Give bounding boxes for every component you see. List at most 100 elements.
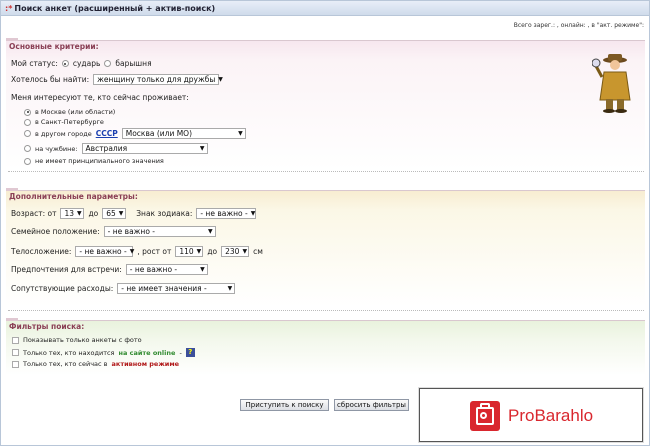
- find-select-value: женщину только для дружбы: [97, 75, 216, 84]
- meet-label: Предпочтения для встречи:: [11, 265, 122, 274]
- meet-select[interactable]: - не важно - ▼: [125, 264, 208, 275]
- country-select-value: Австралия: [85, 144, 128, 153]
- chevron-down-icon: ▼: [242, 248, 248, 255]
- loc-other-radio[interactable]: [24, 130, 31, 137]
- country-select[interactable]: Австралия ▼: [81, 143, 208, 154]
- filter-active-checkbox[interactable]: [12, 360, 19, 368]
- title-icon: :*: [5, 4, 13, 13]
- window-titlebar: :* Поиск анкет (расширенный + актив-поиск…: [1, 1, 649, 16]
- page-title: Поиск анкет (расширенный + актив-поиск): [14, 4, 216, 13]
- body-label: Телосложение:: [11, 247, 72, 256]
- status-option-female: барышня: [115, 59, 152, 68]
- filter-online-highlight: на сайте online: [118, 348, 176, 357]
- chevron-down-icon: ▼: [199, 145, 205, 152]
- basic-header: Основные критерии:: [6, 38, 645, 51]
- chevron-down-icon: ▼: [218, 76, 223, 83]
- height-from-value: 110: [179, 247, 194, 256]
- help-icon[interactable]: ?: [185, 348, 195, 357]
- height-to-value: 230: [225, 247, 240, 256]
- filter-active-label: Только тех, кто сейчас в: [23, 360, 108, 368]
- loc-any-row: не имеет принципиального значения: [24, 157, 164, 165]
- height-to-select[interactable]: 230 ▼: [221, 246, 250, 257]
- search-button[interactable]: Приступить к поиску: [240, 399, 329, 411]
- height-label: , рост от: [137, 247, 172, 256]
- meet-value: - не важно -: [129, 265, 178, 274]
- find-select[interactable]: женщину только для дружбы ▼: [93, 74, 223, 85]
- stats-line: Всего зарег.: , онлайн: , в "акт. режиме…: [513, 22, 644, 29]
- status-radio-male[interactable]: [61, 60, 69, 67]
- loc-other-row: в другом городе СССР Москва (или МО) ▼: [24, 128, 246, 139]
- body-value: - не важно -: [79, 247, 127, 256]
- filter-photo-label: Показывать только анкеты с фото: [23, 336, 142, 344]
- loc-moscow-label: в Москве (или области): [35, 108, 116, 116]
- loc-spb-radio[interactable]: [24, 118, 31, 126]
- expense-value: - не имеет значения -: [121, 284, 207, 293]
- height-to-label: до: [207, 247, 218, 256]
- city-select-value: Москва (или МО): [125, 129, 193, 138]
- loc-spb-label: в Санкт-Петербурге: [35, 118, 104, 126]
- status-label: Мой статус:: [11, 59, 58, 68]
- filter-online-row: Только тех, кто находится на сайте online…: [12, 348, 195, 357]
- meet-row: Предпочтения для встречи: - не важно - ▼: [11, 264, 208, 275]
- expense-select[interactable]: - не имеет значения - ▼: [117, 283, 236, 294]
- status-option-male: сударь: [72, 59, 101, 68]
- extra-header: Дополнительные параметры:: [6, 188, 645, 201]
- age-row: Возраст: от 13 ▼ до 65 ▼ Знак зодиака: - н…: [11, 208, 257, 219]
- body-row: Телосложение: - не важно - ▼ , рост от 11…: [11, 246, 263, 257]
- reset-button[interactable]: сбросить фильтры: [334, 399, 409, 411]
- age-to-label: до: [88, 209, 99, 218]
- probarahlo-banner[interactable]: ProBarahlo: [419, 388, 643, 442]
- filter-online-checkbox[interactable]: [12, 349, 19, 356]
- chevron-down-icon: ▼: [227, 285, 233, 292]
- chevron-down-icon: ▼: [238, 130, 243, 137]
- chevron-down-icon: ▼: [250, 210, 256, 217]
- detective-icon: [592, 54, 631, 113]
- banner-text: ProBarahlo: [508, 406, 594, 425]
- age-from-value: 13: [64, 209, 74, 218]
- filter-online-label: Только тех, кто находится: [23, 348, 115, 357]
- family-value: - не важно -: [107, 227, 156, 236]
- find-row: Хотелось бы найти: женщину только для др…: [11, 74, 223, 85]
- chevron-down-icon: ▼: [208, 228, 213, 235]
- loc-other-label: в другом городе: [35, 129, 92, 138]
- loc-abroad-row: на чужбине: Австралия ▼: [24, 143, 208, 154]
- loc-abroad-radio[interactable]: [24, 145, 31, 152]
- camera-icon: [470, 401, 500, 431]
- expense-row: Сопутствующие расходы: - не имеет значен…: [11, 283, 236, 294]
- loc-any-label: не имеет принципиального значения: [35, 157, 164, 165]
- height-unit: см: [253, 247, 263, 256]
- ussr-link[interactable]: СССР: [96, 129, 118, 138]
- chevron-down-icon: ▼: [118, 210, 124, 217]
- zodiac-label: Знак зодиака:: [136, 209, 193, 218]
- family-label: Семейное положение:: [11, 227, 100, 236]
- loc-moscow-row: в Москве (или области): [24, 108, 115, 116]
- interest-row: Меня интересуют те, кто сейчас проживает…: [11, 93, 189, 102]
- age-to-select[interactable]: 65 ▼: [102, 208, 127, 219]
- age-label: Возраст: от: [11, 209, 57, 218]
- filter-online-suffix: -: [179, 348, 182, 357]
- interest-label: Меня интересуют те, кто сейчас проживает…: [11, 93, 189, 102]
- divider-1: [8, 171, 644, 172]
- chevron-down-icon: ▼: [200, 266, 205, 273]
- loc-moscow-radio[interactable]: [24, 108, 31, 116]
- filters-header: Фильтры поиска:: [6, 318, 645, 331]
- height-from-select[interactable]: 110 ▼: [175, 246, 204, 257]
- chevron-down-icon: ▼: [129, 248, 135, 255]
- family-select[interactable]: - не важно - ▼: [103, 226, 216, 237]
- family-row: Семейное положение: - не важно - ▼: [11, 226, 216, 237]
- filter-photo-checkbox[interactable]: [12, 336, 19, 344]
- find-label: Хотелось бы найти:: [11, 75, 90, 84]
- status-radio-female[interactable]: [104, 60, 112, 67]
- chevron-down-icon: ▼: [77, 210, 82, 217]
- age-to-value: 65: [106, 209, 116, 218]
- zodiac-value: - не важно -: [200, 209, 248, 218]
- city-select[interactable]: Москва (или МО) ▼: [121, 128, 246, 139]
- age-from-select[interactable]: 13 ▼: [60, 208, 85, 219]
- filter-active-row: Только тех, кто сейчас в активном режиме: [12, 360, 179, 368]
- filter-active-highlight: активном режиме: [111, 360, 180, 368]
- zodiac-select[interactable]: - не важно - ▼: [196, 208, 257, 219]
- body-select[interactable]: - не важно - ▼: [75, 246, 135, 257]
- divider-2: [8, 310, 644, 311]
- loc-any-radio[interactable]: [24, 157, 31, 165]
- status-row: Мой статус: сударь барышня: [11, 59, 152, 68]
